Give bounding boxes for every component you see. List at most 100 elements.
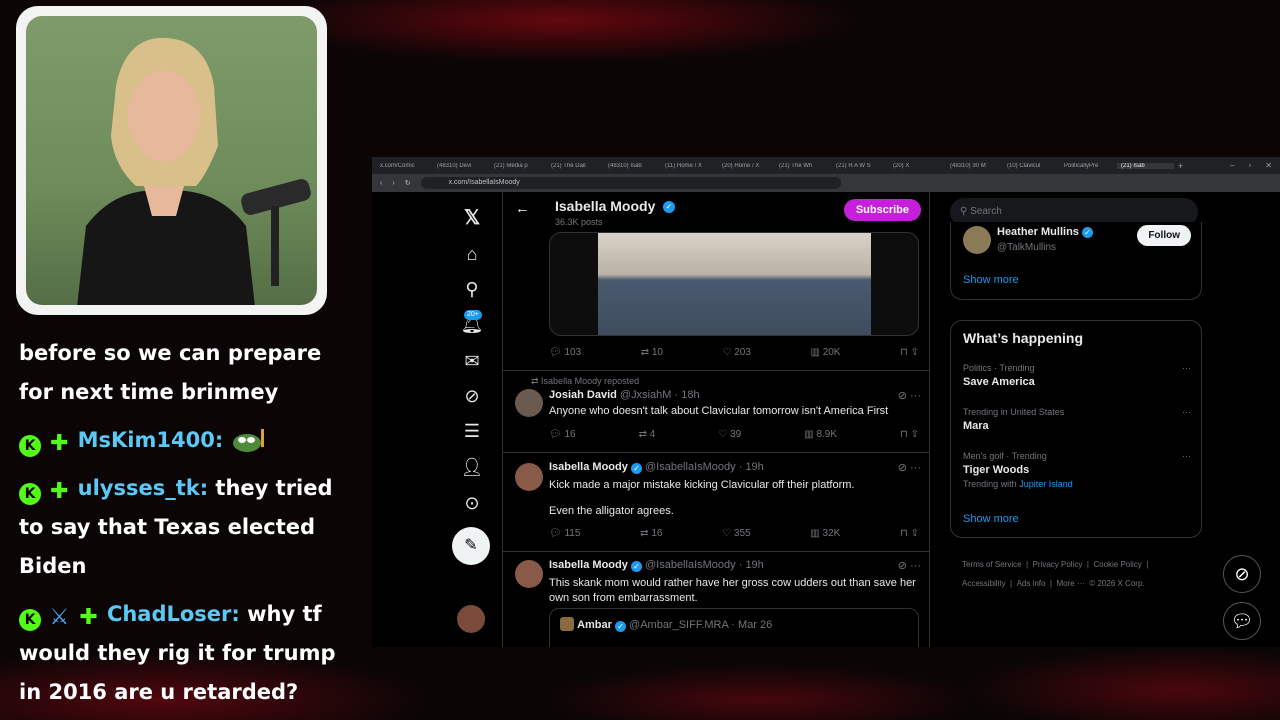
tweet[interactable]: Isabella Moody ✓ @IsabellaIsMoody · 19h … — [503, 551, 929, 647]
minimize-icon[interactable]: – — [1230, 161, 1234, 170]
reload-icon[interactable]: ↻ — [405, 179, 411, 187]
avatar[interactable] — [515, 560, 543, 588]
like-button[interactable]: ♡ 355 — [722, 528, 750, 539]
like-button[interactable]: ♡ 39 — [718, 429, 741, 440]
browser-tab[interactable]: (20) X — [889, 163, 946, 169]
lists-icon[interactable]: ☰ — [442, 421, 502, 442]
suggested-user-name[interactable]: Heather Mullins — [997, 226, 1079, 238]
home-icon[interactable]: ⌂ — [442, 244, 502, 265]
more-options-icon[interactable]: ⊘ ··· — [898, 559, 921, 572]
footer-link[interactable]: Ads info — [1017, 579, 1046, 588]
views-stat[interactable]: ▥ 8.9K — [804, 429, 837, 440]
footer-link[interactable]: More ··· — [1056, 579, 1084, 588]
browser-tab[interactable]: (21) R A W S — [832, 163, 889, 169]
avatar[interactable] — [515, 463, 543, 491]
url-field[interactable]: x.com/IsabellaIsMoody — [420, 177, 841, 189]
show-more-link[interactable]: Show more — [963, 274, 1019, 286]
browser-tab-active[interactable]: (21) Isab — [1117, 162, 1174, 169]
search-icon[interactable]: ⚲ — [442, 279, 502, 300]
follow-button[interactable]: Follow — [1137, 225, 1191, 246]
tweet-time[interactable]: 18h — [681, 389, 699, 401]
browser-tab[interactable]: (48310) 30 M — [946, 163, 1003, 169]
browser-tab[interactable]: x.com/Comic — [376, 163, 433, 169]
account-avatar[interactable] — [457, 605, 485, 633]
browser-tab[interactable]: (21) The Wh — [775, 163, 832, 169]
tweet-time[interactable]: 19h — [745, 559, 763, 571]
trend-category: Trending in United States — [963, 407, 1065, 417]
reply-button[interactable]: 💬︎ 103 — [549, 347, 581, 358]
avatar[interactable] — [515, 389, 543, 417]
quoted-tweet-time[interactable]: Mar 26 — [738, 619, 772, 631]
trend-more-icon[interactable]: ··· — [1182, 407, 1191, 417]
forward-icon[interactable]: › — [392, 180, 394, 187]
trend-more-icon[interactable]: ··· — [1182, 363, 1191, 373]
trending-with-link[interactable]: Jupiter Island — [1019, 479, 1073, 489]
repost-button[interactable]: ⇄ 16 — [640, 528, 662, 539]
verified-icon: ✓ — [630, 463, 642, 474]
messages-icon[interactable]: ✉ — [442, 351, 502, 372]
browser-tab[interactable]: PoliticallyPre — [1060, 163, 1117, 169]
tweet-media[interactable] — [549, 232, 919, 336]
browser-tab[interactable]: (21) The Dail — [547, 163, 604, 169]
trend-item[interactable]: Men's golf · Trending Tiger Woods Trendi… — [963, 451, 1191, 489]
show-more-link[interactable]: Show more — [963, 513, 1019, 525]
copyright: © 2026 X Corp. — [1089, 579, 1145, 588]
author-name[interactable]: Isabella Moody — [549, 461, 628, 473]
author-name[interactable]: Isabella Moody — [549, 559, 628, 571]
tweet[interactable]: Isabella Moody ✓ @IsabellaIsMoody · 19h … — [503, 452, 929, 551]
verified-icon: ✓ — [614, 621, 626, 632]
repost-button[interactable]: ⇄ 10 — [641, 347, 663, 358]
bookmark-button[interactable]: ⊓ ⇪ — [900, 347, 919, 358]
like-button[interactable]: ♡ 203 — [723, 347, 751, 358]
close-window-icon[interactable]: ✕ — [1265, 161, 1272, 170]
repost-note: ⇄ Isabella Moody reposted — [531, 376, 640, 386]
trend-item[interactable]: Politics · Trending Save America ··· — [963, 363, 1191, 388]
back-icon[interactable]: ‹ — [380, 180, 382, 187]
browser-tab[interactable]: (48310) Isab — [604, 163, 661, 169]
avatar[interactable] — [963, 226, 991, 254]
quoted-author-handle[interactable]: @Ambar_SIFF.MRA — [629, 619, 728, 631]
bookmark-button[interactable]: ⊓ ⇪ — [900, 528, 919, 539]
new-tab-icon[interactable]: + — [1178, 161, 1183, 171]
post-button[interactable]: ✎ — [452, 527, 490, 565]
browser-tab[interactable]: (20) Home / X — [718, 163, 775, 169]
browser-tab[interactable]: (48310) Devi — [433, 163, 490, 169]
footer-link[interactable]: Terms of Service — [962, 560, 1022, 569]
subscribe-button[interactable]: Subscribe — [843, 199, 921, 221]
notifications-icon[interactable]: 🔔︎ 20+ — [442, 310, 502, 335]
grok-icon[interactable]: ⊘ — [442, 386, 502, 407]
author-handle[interactable]: @IsabellaIsMoody — [645, 559, 736, 571]
quoted-author-name[interactable]: Ambar — [577, 619, 612, 631]
views-stat[interactable]: ▥ 20K — [810, 347, 840, 358]
more-options-icon[interactable]: ⊘ ··· — [898, 461, 921, 474]
back-arrow-icon[interactable]: ← — [515, 200, 530, 217]
tweet-time[interactable]: 19h — [745, 461, 763, 473]
browser-tab[interactable]: (21) Media p — [490, 163, 547, 169]
reply-button[interactable]: 💬︎ 115 — [549, 528, 580, 539]
grok-float-icon[interactable]: ⊘ — [1223, 555, 1261, 593]
views-stat[interactable]: ▥ 32K — [810, 528, 840, 539]
webcam-frame — [16, 6, 327, 315]
author-handle[interactable]: @JxsiahM — [620, 389, 672, 401]
more-options-icon[interactable]: ⊘ ··· — [898, 389, 921, 402]
reply-button[interactable]: 💬︎ 16 — [549, 429, 576, 440]
bookmark-button[interactable]: ⊓ ⇪ — [900, 429, 919, 440]
profile-icon[interactable]: 👤︎ — [442, 457, 502, 478]
repost-button[interactable]: ⇄ 4 — [639, 429, 656, 440]
footer-link[interactable]: Privacy Policy — [1033, 560, 1083, 569]
trend-more-icon[interactable]: ··· — [1182, 451, 1191, 461]
quoted-tweet[interactable]: Ambar ✓ @Ambar_SIFF.MRA · Mar 26 — [549, 608, 919, 647]
maximize-icon[interactable]: ▫ — [1248, 161, 1251, 170]
tweet[interactable]: ⇄ Isabella Moody reposted Josiah David @… — [503, 370, 929, 452]
more-icon[interactable]: ⊙ — [442, 493, 502, 514]
suggested-user-handle[interactable]: @TalkMullins — [997, 242, 1056, 253]
footer-link[interactable]: Cookie Policy — [1093, 560, 1141, 569]
x-logo-icon[interactable]: 𝕏 — [442, 205, 502, 230]
author-name[interactable]: Josiah David — [549, 389, 617, 401]
browser-tab[interactable]: (11) Home / X — [661, 163, 718, 169]
footer-link[interactable]: Accessibility — [962, 579, 1006, 588]
chat-float-icon[interactable]: 💬︎ — [1223, 602, 1261, 640]
browser-tab[interactable]: (10) Clavicul — [1003, 163, 1060, 169]
author-handle[interactable]: @IsabellaIsMoody — [645, 461, 736, 473]
trend-item[interactable]: Trending in United States Mara ··· — [963, 407, 1191, 432]
